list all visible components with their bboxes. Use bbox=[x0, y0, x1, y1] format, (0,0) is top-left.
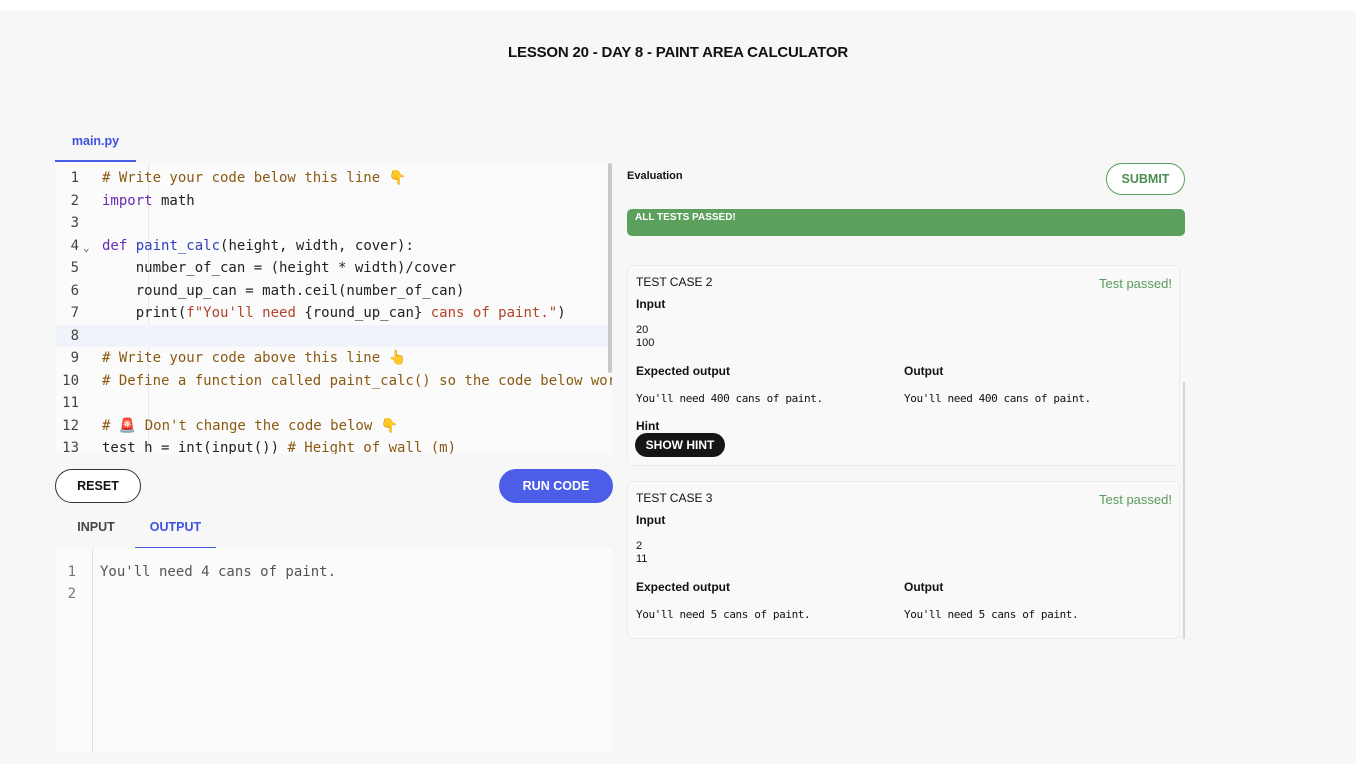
line-number: 7 bbox=[70, 305, 79, 321]
expected-output-label: Expected output bbox=[636, 364, 731, 378]
console-line-number: 2 bbox=[67, 586, 76, 602]
code-token: round_up_can = math.ceil(number_of_can) bbox=[102, 282, 465, 299]
code-token: f"You'll need bbox=[186, 305, 305, 321]
code-token: # 🚨 Don't change the code below 👇 bbox=[102, 417, 399, 434]
code-line[interactable]: 12 # 🚨 Don't change the code below 👇 bbox=[55, 415, 612, 438]
code-token: math bbox=[152, 192, 195, 209]
code-token: cans of paint." bbox=[422, 305, 558, 321]
line-number: 3 bbox=[70, 215, 79, 231]
code-line[interactable]: 5 number_of_can = (height * width)/cover bbox=[55, 257, 612, 280]
input-value-2: 100 bbox=[636, 337, 655, 349]
hint-label: Hint bbox=[636, 419, 660, 433]
code-text: test_h = int(input()) # Height of wall (… bbox=[102, 437, 456, 454]
page: LESSON 20 - DAY 8 - PAINT AREA CALCULATO… bbox=[0, 11, 1356, 764]
submit-button[interactable]: SUBMIT bbox=[1106, 163, 1185, 195]
code-line[interactable]: 1 # Write your code below this line 👇 bbox=[55, 167, 612, 190]
line-number: 9 bbox=[70, 350, 79, 366]
input-value-1: 20 bbox=[636, 324, 649, 336]
code-text: number_of_can = (height * width)/cover bbox=[102, 257, 456, 280]
run-code-button[interactable]: RUN CODE bbox=[499, 469, 613, 503]
line-number: 2 bbox=[70, 192, 79, 209]
code-text: print(f"You'll need {round_up_can} cans … bbox=[102, 302, 566, 325]
code-line[interactable]: 6 round_up_can = math.ceil(number_of_can… bbox=[55, 280, 612, 303]
code-token: {round_up_can} bbox=[304, 305, 423, 321]
code-token: test_h = int(input()) bbox=[102, 440, 288, 454]
line-number: 10 bbox=[62, 372, 79, 389]
code-token: number_of_can = (height * width)/cover bbox=[102, 260, 457, 276]
expected-output-value: You'll need 400 cans of paint. bbox=[636, 392, 823, 405]
line-number: 11 bbox=[62, 395, 79, 411]
code-token: # Height of wall (m) bbox=[287, 440, 457, 454]
code-token: # Write your code below this line 👇 bbox=[102, 170, 407, 186]
test-case-card: TEST CASE 2 Test passed! Input 20 100 Ex… bbox=[627, 265, 1180, 466]
fold-chevron-icon[interactable]: ⌄ bbox=[83, 237, 90, 260]
line-number: 4 bbox=[70, 237, 79, 254]
line-number: 1 bbox=[70, 170, 79, 186]
line-number: 13 bbox=[62, 440, 79, 454]
code-text: # Define a function called paint_calc() … bbox=[102, 370, 612, 393]
tab-output[interactable]: OUTPUT bbox=[135, 517, 216, 549]
code-line[interactable]: 13 test_h = int(input()) # Height of wall… bbox=[55, 437, 612, 454]
test-status: Test passed! bbox=[1099, 492, 1172, 507]
all-tests-passed-banner: ALL TESTS PASSED! bbox=[627, 209, 1185, 236]
code-line[interactable]: 7 print(f"You'll need {round_up_can} can… bbox=[55, 302, 612, 325]
console-text: You'll need 4 cans of paint. bbox=[100, 564, 337, 580]
output-value: You'll need 5 cans of paint. bbox=[904, 608, 1079, 621]
code-token: # Write your code above this line 👆 bbox=[102, 350, 407, 366]
code-text: # Write your code above this line 👆 bbox=[102, 347, 406, 370]
code-text: def paint_calc(height, width, cover): bbox=[102, 235, 414, 258]
code-token: import bbox=[102, 192, 153, 209]
code-token: print( bbox=[102, 305, 187, 321]
code-text: round_up_can = math.ceil(number_of_can) bbox=[102, 280, 465, 303]
expected-output-label: Expected output bbox=[636, 580, 731, 594]
evaluation-scrollbar[interactable] bbox=[1183, 382, 1185, 639]
line-number: 8 bbox=[70, 327, 79, 344]
line-number: 5 bbox=[70, 260, 79, 276]
line-number: 12 bbox=[62, 417, 79, 434]
code-token: paint_calc bbox=[135, 237, 221, 254]
expected-output-value: You'll need 5 cans of paint. bbox=[636, 608, 811, 621]
code-token: # Define a function called paint_calc() … bbox=[102, 372, 612, 389]
input-label: Input bbox=[636, 297, 666, 311]
page-title: LESSON 20 - DAY 8 - PAINT AREA CALCULATO… bbox=[508, 44, 848, 61]
code-line[interactable]: 11 bbox=[55, 392, 612, 415]
input-label: Input bbox=[636, 513, 666, 527]
output-console: 1 You'll need 4 cans of paint. 2 bbox=[55, 548, 612, 752]
code-text: # 🚨 Don't change the code below 👇 bbox=[102, 415, 398, 438]
input-value-2: 11 bbox=[636, 553, 648, 565]
console-gutter-divider bbox=[92, 548, 93, 752]
code-editor[interactable]: 1 # Write your code below this line 👇 2 imp… bbox=[55, 163, 612, 454]
test-case-card: TEST CASE 3 Test passed! Input 2 11 Expe… bbox=[627, 481, 1180, 639]
output-label: Output bbox=[904, 580, 944, 594]
code-line[interactable]: 9 # Write your code above this line 👆 bbox=[55, 347, 612, 370]
test-case-title: TEST CASE 3 bbox=[636, 491, 713, 505]
show-hint-button[interactable]: SHOW HINT bbox=[635, 433, 725, 457]
code-token: def bbox=[102, 237, 128, 254]
code-line[interactable]: 2 import math bbox=[55, 190, 612, 213]
code-line[interactable]: 10 # Define a function called paint_calc(… bbox=[55, 370, 612, 393]
tab-main-py[interactable]: main.py bbox=[55, 129, 136, 162]
reset-button[interactable]: RESET bbox=[55, 469, 141, 503]
code-line[interactable]: 8 bbox=[55, 324, 612, 347]
code-token: (height, width, cover): bbox=[220, 237, 414, 254]
test-status: Test passed! bbox=[1099, 276, 1172, 291]
code-token: ) bbox=[557, 305, 566, 321]
code-line[interactable]: 4 ⌄ def paint_calc(height, width, cover): bbox=[55, 235, 612, 258]
output-value: You'll need 400 cans of paint. bbox=[904, 392, 1091, 405]
line-number: 6 bbox=[70, 282, 79, 299]
code-text: # Write your code below this line 👇 bbox=[102, 167, 406, 190]
tab-input[interactable]: INPUT bbox=[60, 517, 132, 549]
code-line[interactable]: 3 bbox=[55, 212, 612, 235]
output-label: Output bbox=[904, 364, 944, 378]
console-line-number: 1 bbox=[67, 564, 76, 580]
editor-scrollbar[interactable] bbox=[608, 163, 612, 373]
input-value-1: 2 bbox=[636, 540, 643, 552]
code-text: import math bbox=[102, 190, 195, 213]
test-case-title: TEST CASE 2 bbox=[636, 275, 713, 289]
evaluation-title: Evaluation bbox=[627, 170, 683, 182]
